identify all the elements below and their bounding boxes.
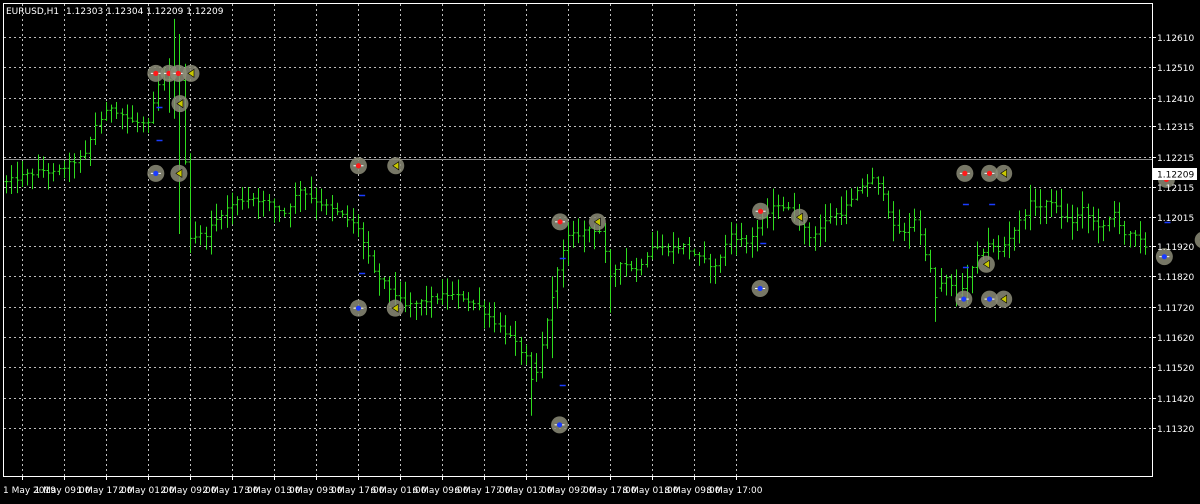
trade-marker-close[interactable] — [977, 255, 995, 273]
symbol-label: EURUSD,H1 — [6, 7, 59, 17]
trade-marker-close[interactable] — [386, 299, 404, 317]
ohlc-label: 1.12303 1.12304 1.12209 1.12209 — [66, 7, 224, 17]
y-tick-label: 1.12610 — [1157, 34, 1194, 44]
y-tick-label: 1.11420 — [1157, 395, 1194, 405]
marker-dot-icon — [557, 219, 563, 225]
chart-canvas[interactable]: 1.12610 1.12510 1.12410 1.12315 1.12215 1.121… — [0, 0, 1200, 500]
y-tick-label: 1.12215 — [1157, 154, 1194, 164]
trade-marker-close[interactable] — [387, 157, 405, 175]
price-chart[interactable]: 1.12610 1.12510 1.12410 1.12315 1.12215 1.121… — [0, 0, 1200, 500]
y-tick-label: 1.12410 — [1157, 95, 1194, 105]
trade-marker-buy[interactable] — [147, 164, 165, 182]
marker-dot-icon — [757, 285, 763, 292]
y-tick-label: 1.11920 — [1157, 243, 1194, 253]
marker-dot-icon — [1161, 254, 1167, 260]
trade-marker-close[interactable] — [790, 208, 808, 226]
x-tick-label: 8 May 17:00 — [707, 486, 763, 496]
trade-marker-sell[interactable] — [551, 213, 569, 231]
marker-dot-icon — [758, 208, 764, 214]
trade-marker-close[interactable] — [588, 213, 606, 231]
trade-marker-sell[interactable] — [349, 157, 367, 175]
trade-marker-sell[interactable] — [752, 202, 770, 220]
y-tick-label: 1.12510 — [1157, 64, 1194, 74]
y-tick-label: 1.12315 — [1157, 123, 1194, 133]
trade-marker-buy[interactable] — [551, 416, 569, 434]
y-tick-label: 1.11320 — [1157, 425, 1194, 435]
marker-dot-icon — [961, 296, 967, 302]
trade-marker-buy[interactable] — [751, 279, 769, 297]
y-tick-label: 1.11720 — [1157, 304, 1194, 314]
y-tick-label: 1.11620 — [1157, 334, 1194, 344]
marker-dot-icon — [556, 422, 563, 428]
trade-marker-close[interactable] — [171, 95, 189, 113]
marker-dot-icon — [962, 170, 968, 176]
trade-marker-sell[interactable] — [956, 164, 974, 182]
trade-marker-close[interactable] — [995, 164, 1013, 182]
trade-marker-buy[interactable] — [955, 290, 973, 308]
marker-dot-icon — [986, 296, 993, 302]
trade-marker-close[interactable] — [995, 290, 1013, 308]
current-price-tag: 1.12209 — [1153, 168, 1197, 181]
marker-dot-icon — [175, 70, 181, 76]
trade-marker-buy[interactable] — [349, 299, 367, 317]
marker-dot-icon — [986, 170, 993, 176]
y-tick-label: 1.11520 — [1157, 364, 1194, 374]
marker-dot-icon — [355, 163, 362, 169]
y-tick-label: 1.12015 — [1157, 214, 1194, 224]
price-tag-text: 1.12209 — [1157, 171, 1194, 181]
trade-marker-close[interactable] — [182, 64, 200, 82]
y-tick-label: 1.12115 — [1157, 184, 1194, 194]
trade-marker-close[interactable] — [170, 164, 188, 182]
marker-dot-icon — [153, 170, 159, 176]
marker-dot-icon — [355, 305, 362, 311]
marker-dot-icon — [153, 70, 159, 76]
y-tick-label: 1.11820 — [1157, 273, 1194, 283]
